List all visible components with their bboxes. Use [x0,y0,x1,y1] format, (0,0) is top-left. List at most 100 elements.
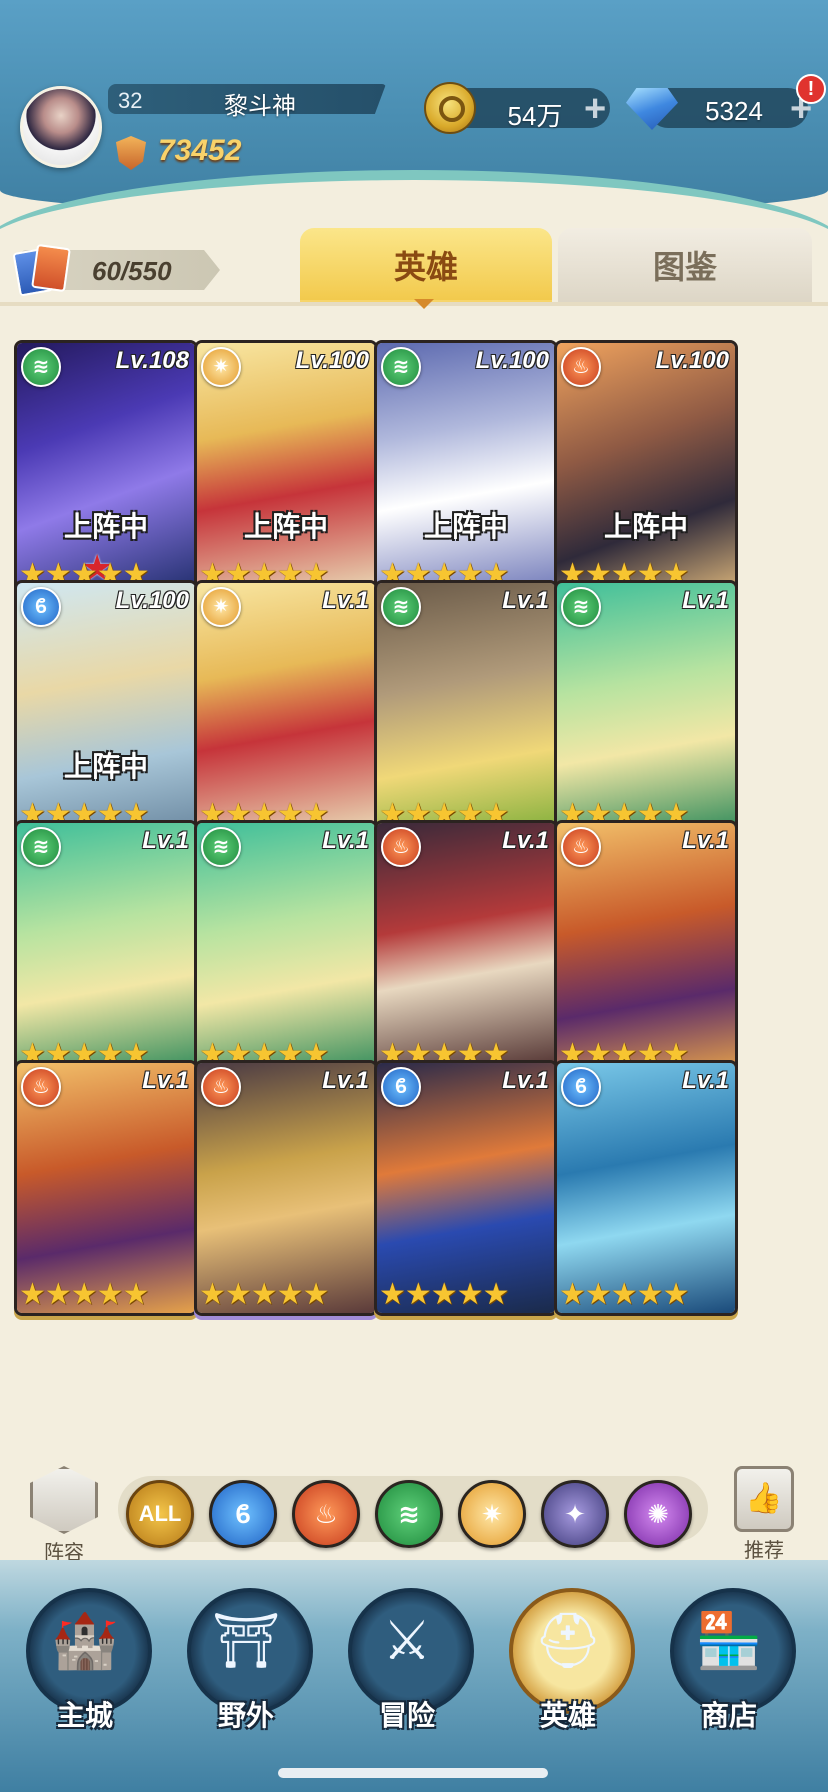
wind-element-icon: ≋ [201,827,241,867]
helmet-icon: ⛑ [533,1611,603,1671]
wind-element-icon: ≋ [381,347,421,387]
hero-level: Lv.1 [502,1067,549,1094]
fire-element-icon: ♨ [561,347,601,387]
notification-badge: ! [796,74,826,104]
hero-card[interactable]: ≋ Lv.108 上阵中 ★ ★★★★★ [14,340,198,596]
team-lineup-button[interactable]: 阵容 [24,1466,104,1564]
nav-label: 英雄 [539,1700,596,1731]
hero-count: 60/550 [92,256,172,286]
hero-card[interactable]: ϐ Lv.100 上阵中 ★★★★★ [14,580,198,836]
hero-card[interactable]: ϐ Lv.1 ★★★★★ [554,1060,738,1316]
player-avatar[interactable] [20,86,102,168]
lineup-icon [30,1466,98,1534]
cards-icon [12,243,71,297]
deployed-label: 上阵中 [243,511,328,542]
element-filter-bar: 阵容 ALL ϐ ♨ ≋ ✷ ✦ ✺ 👍 推荐 [0,1462,828,1564]
hero-card[interactable]: ≋ Lv.1 ★★★★★ [14,820,198,1076]
filter-light-button[interactable]: ✷ [458,1480,526,1548]
nav-shop-button[interactable]: 🏪 商店 [664,1582,796,1732]
fire-element-icon: ♨ [381,827,421,867]
active-tab-indicator [414,299,434,309]
hero-level: Lv.100 [295,347,369,374]
fire-element-icon: ♨ [21,1067,61,1107]
deployed-label: 上阵中 [423,511,508,542]
tab-heroes[interactable]: 英雄 [300,228,552,302]
hero-card[interactable]: ϐ Lv.1 ★★★★★ [374,1060,558,1316]
bottom-navigation: 🏰 主城 ⛩ 野外 ⚔ 冒险 ⛑ 英雄 🏪 商店 [0,1560,828,1792]
nav-label: 野外 [217,1700,274,1731]
fire-element-icon: ♨ [561,827,601,867]
sword-icon: ⚔ [382,1611,432,1671]
hero-card[interactable]: ♨ Lv.1 ★★★★★ [374,820,558,1076]
hero-level: Lv.108 [115,347,189,374]
recommend-label: 推荐 [744,1540,784,1562]
filter-wind-button[interactable]: ≋ [375,1480,443,1548]
hero-level: Lv.100 [115,587,189,614]
portal-icon: ⛩ [211,1611,281,1671]
deployed-label: 上阵中 [603,511,688,542]
hero-card[interactable]: ♨ Lv.1 ★★★★★ [194,1060,378,1316]
hero-stars: ★★★★★ [559,1278,689,1311]
castle-icon: 🏰 [51,1611,119,1671]
nav-label: 商店 [700,1700,757,1731]
add-gold-button[interactable]: + [584,90,606,128]
thumbs-up-icon: 👍 [734,1466,794,1532]
hero-level: Lv.1 [682,1067,729,1094]
water-element-icon: ϐ [561,1067,601,1107]
hero-stars: ★★★★★ [379,1278,509,1311]
hero-card[interactable]: ≋ Lv.1 ★★★★★ [194,820,378,1076]
hero-level: Lv.1 [322,1067,369,1094]
filter-arcane-button[interactable]: ✺ [624,1480,692,1548]
hero-card[interactable]: ≋ Lv.100 上阵中 ★★★★★ [374,340,558,596]
hero-level: Lv.1 [502,587,549,614]
hero-card[interactable]: ♨ Lv.1 ★★★★★ [554,820,738,1076]
nav-castle-button[interactable]: 🏰 主城 [20,1582,152,1732]
hero-level: Lv.1 [682,827,729,854]
tab-codex[interactable]: 图鉴 [558,228,812,302]
home-indicator[interactable] [278,1768,548,1778]
filter-fire-button[interactable]: ♨ [292,1480,360,1548]
hero-level: Lv.1 [682,587,729,614]
wind-element-icon: ≋ [21,827,61,867]
hero-stars: ★★★★★ [199,1278,329,1311]
hero-card[interactable]: ✷ Lv.100 上阵中 ★★★★★ [194,340,378,596]
player-power: 73452 [158,134,242,167]
hero-card[interactable]: ≋ Lv.1 ★★★★★ [554,580,738,836]
hero-stars: ★★★★★ [19,1278,149,1311]
light-element-icon: ✷ [201,587,241,627]
player-level: 32 [118,88,143,113]
filter-water-button[interactable]: ϐ [209,1480,277,1548]
nav-sword-button[interactable]: ⚔ 冒险 [342,1582,474,1732]
gold-coin-icon [424,82,476,134]
fire-element-icon: ♨ [201,1067,241,1107]
deployed-label: 上阵中 [63,511,148,542]
wind-element-icon: ≋ [21,347,61,387]
filter-dark-button[interactable]: ✦ [541,1480,609,1548]
recommend-button[interactable]: 👍 推荐 [724,1466,804,1562]
nav-label: 冒险 [378,1700,435,1731]
hero-card[interactable]: ♨ Lv.1 ★★★★★ [14,1060,198,1316]
hero-level: Lv.1 [502,827,549,854]
hero-level: Lv.100 [655,347,729,374]
nav-label: 主城 [56,1700,113,1731]
nav-helmet-button[interactable]: ⛑ 英雄 [503,1582,635,1732]
hero-grid: ≋ Lv.108 上阵中 ★ ★★★★★ ✷ Lv.100 上阵中 ★★★★★ ≋ Lv.100 上阵… [14,340,814,1316]
hero-level: Lv.1 [142,1067,189,1094]
hero-level: Lv.1 [322,587,369,614]
deployed-label: 上阵中 [63,751,148,782]
shop-icon: 🏪 [695,1611,763,1671]
hero-card[interactable]: ✷ Lv.1 ★★★★★ [194,580,378,836]
water-element-icon: ϐ [21,587,61,627]
water-element-icon: ϐ [381,1067,421,1107]
gem-amount: 5324 [705,96,763,126]
hero-level: Lv.1 [322,827,369,854]
gold-amount: 54万 [507,101,563,131]
hero-card[interactable]: ♨ Lv.100 上阵中 ★★★★★ [554,340,738,596]
hero-level: Lv.100 [475,347,549,374]
filter-all-button[interactable]: ALL [126,1480,194,1548]
hero-level: Lv.1 [142,827,189,854]
wind-element-icon: ≋ [561,587,601,627]
hero-card[interactable]: ≋ Lv.1 ★★★★★ [374,580,558,836]
nav-portal-button[interactable]: ⛩ 野外 [181,1582,313,1732]
player-name: 黎斗神 [224,93,296,120]
